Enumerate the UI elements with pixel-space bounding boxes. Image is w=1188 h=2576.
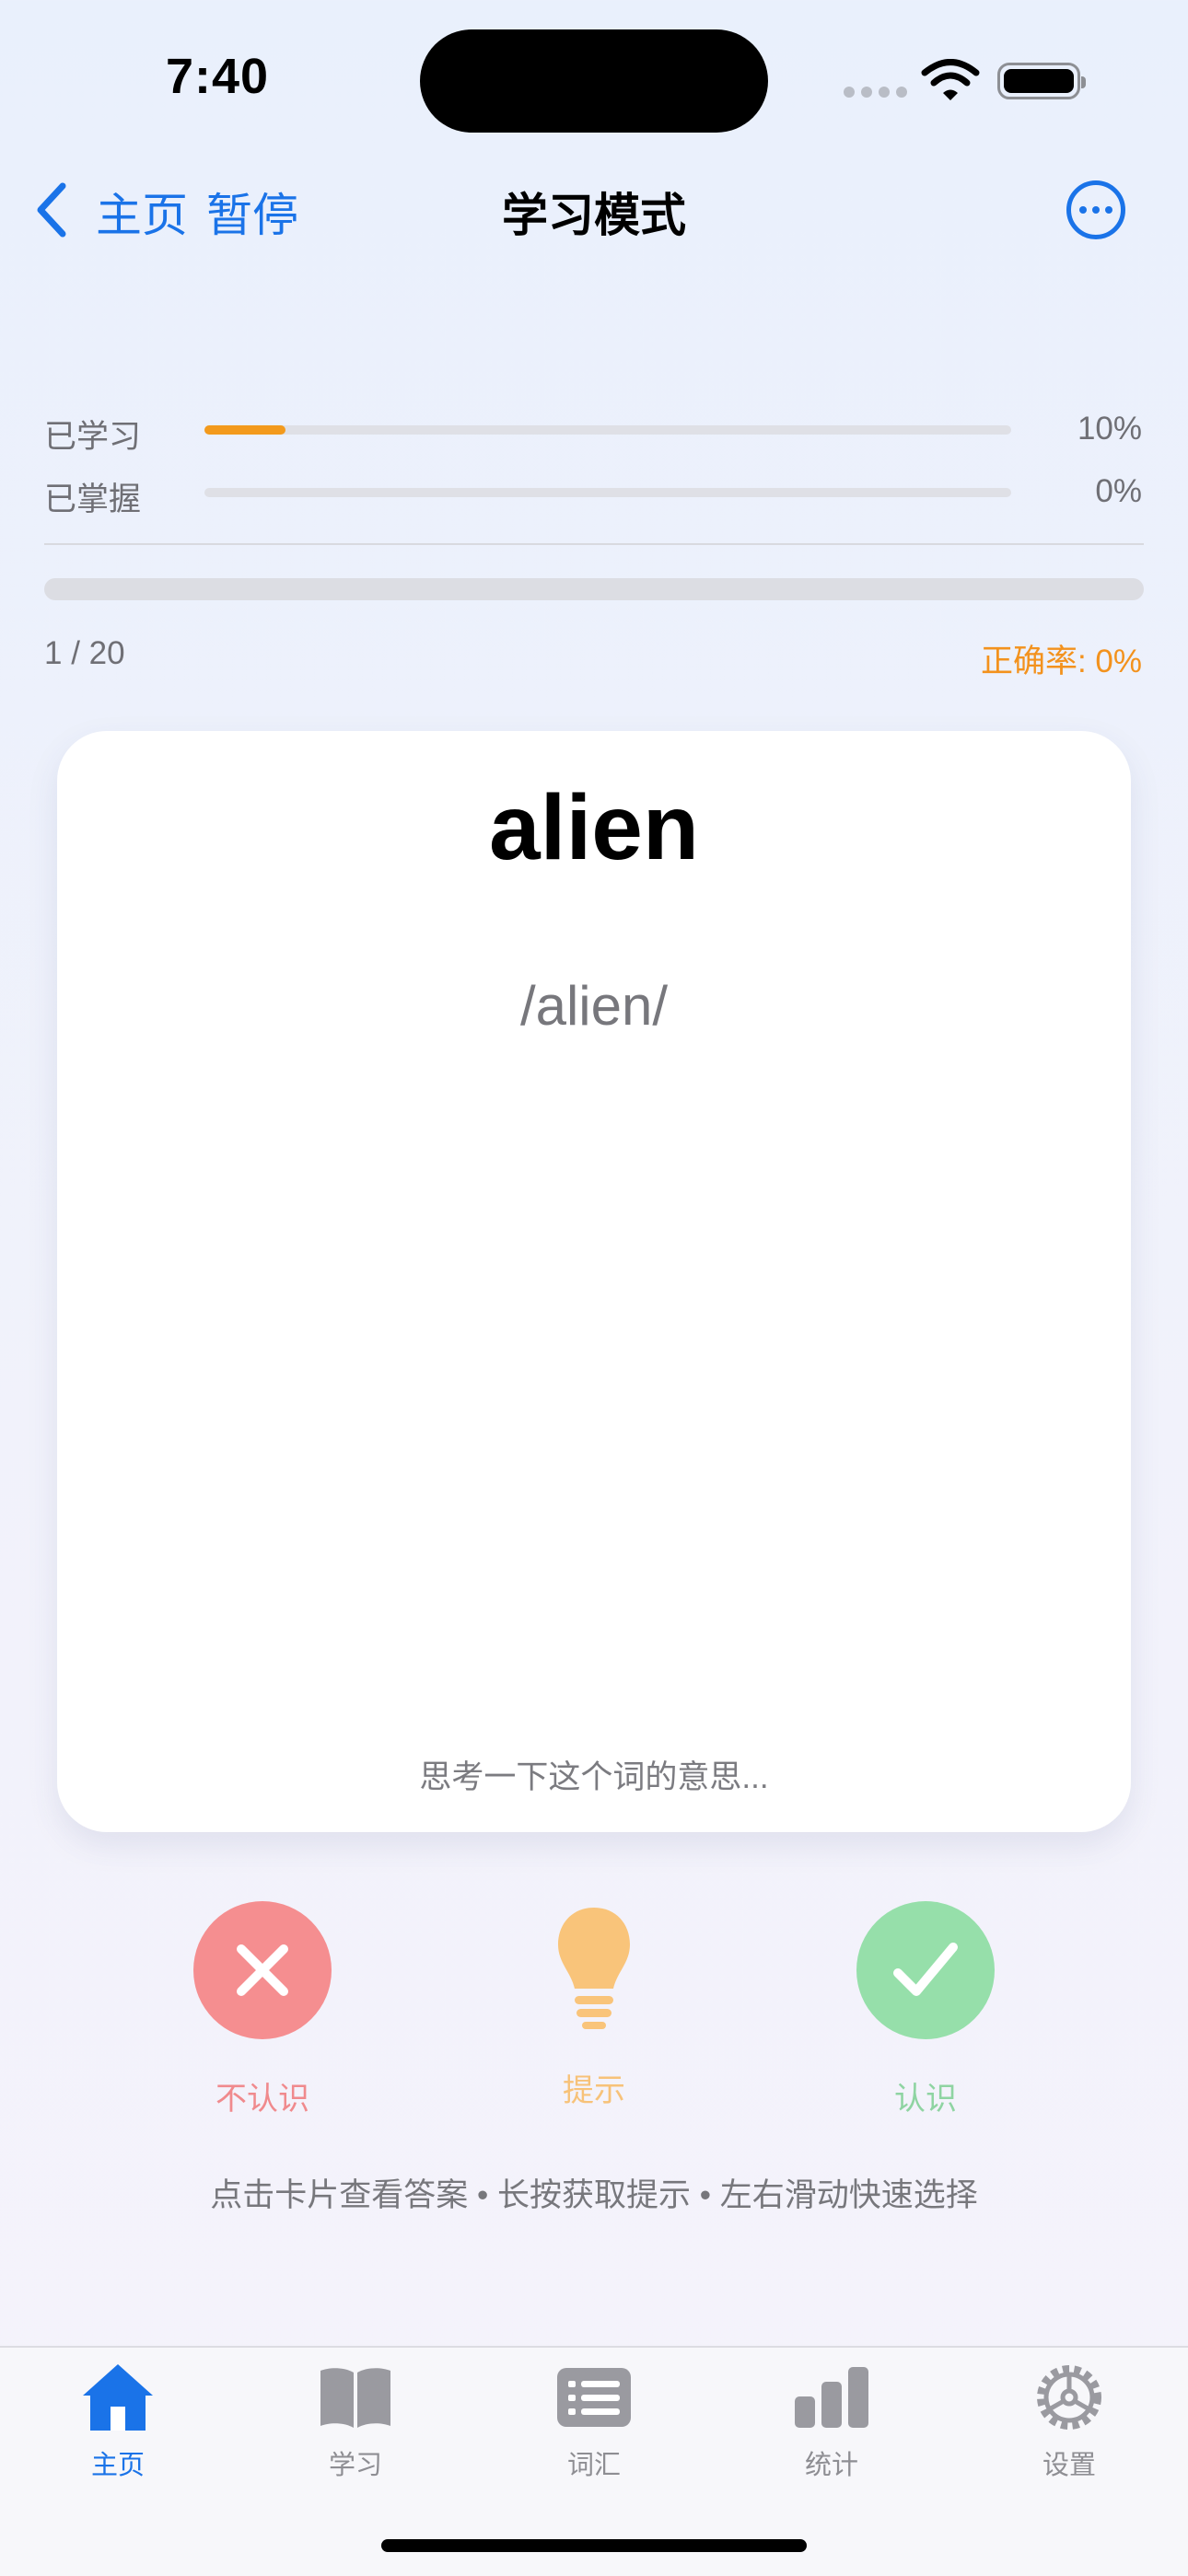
learned-label: 已学习	[44, 419, 142, 455]
hint-label: 提示	[563, 2073, 625, 2108]
mastered-percent: 0%	[1095, 473, 1142, 509]
learned-progress-fill	[204, 425, 285, 435]
status-time: 7:40	[166, 49, 270, 104]
flashcard[interactable]	[57, 731, 1131, 1832]
tab-home[interactable]: 主页	[26, 2359, 210, 2482]
unknown-label: 不认识	[215, 2082, 309, 2117]
accuracy-rate: 正确率: 0%	[980, 644, 1142, 679]
dynamic-island	[420, 29, 768, 133]
home-indicator	[381, 2539, 807, 2552]
tab-settings[interactable]: 设置	[977, 2359, 1161, 2482]
known-button[interactable]	[856, 1901, 995, 2039]
session-progress-bar	[44, 578, 1144, 600]
wifi-icon	[921, 59, 980, 100]
bar-chart-icon	[795, 2367, 868, 2428]
close-icon	[237, 1944, 288, 1996]
tab-home-label: 主页	[90, 2451, 145, 2480]
learned-progress-bar	[204, 425, 1011, 435]
book-icon	[320, 2368, 390, 2428]
battery-icon	[997, 63, 1086, 99]
flashcard-phonetic: /alien/	[519, 975, 669, 1037]
checkmark-icon	[893, 1943, 958, 1996]
mastered-progress-bar	[204, 488, 1011, 497]
house-icon	[83, 2364, 153, 2431]
cellular-signal-icon	[844, 87, 907, 98]
list-icon	[557, 2368, 631, 2427]
known-label: 认识	[894, 2082, 957, 2117]
tab-settings-label: 设置	[1042, 2451, 1096, 2480]
flashcard-word: alien	[489, 776, 699, 879]
ellipsis-circle-icon[interactable]	[1066, 180, 1125, 239]
tab-vocabulary-label: 词汇	[566, 2451, 621, 2480]
unknown-button[interactable]	[193, 1901, 332, 2039]
divider	[44, 543, 1144, 545]
tab-vocabulary[interactable]: 词汇	[502, 2359, 686, 2482]
tab-study-label: 学习	[328, 2451, 382, 2480]
flashcard-hint-text: 思考一下这个词的意思...	[419, 1759, 769, 1795]
card-counter: 1 / 20	[44, 635, 125, 671]
lightbulb-icon[interactable]	[554, 1904, 634, 2033]
tab-statistics-label: 统计	[804, 2451, 858, 2480]
tab-study[interactable]: 学习	[263, 2359, 448, 2482]
gear-icon	[1037, 2365, 1101, 2430]
mastered-label: 已掌握	[44, 482, 142, 517]
learned-percent: 10%	[1077, 411, 1142, 447]
page-title: 学习模式	[502, 190, 686, 241]
gesture-hint: 点击卡片查看答案 • 长按获取提示 • 左右滑动快速选择	[210, 2177, 978, 2213]
tab-statistics[interactable]: 统计	[740, 2359, 924, 2482]
